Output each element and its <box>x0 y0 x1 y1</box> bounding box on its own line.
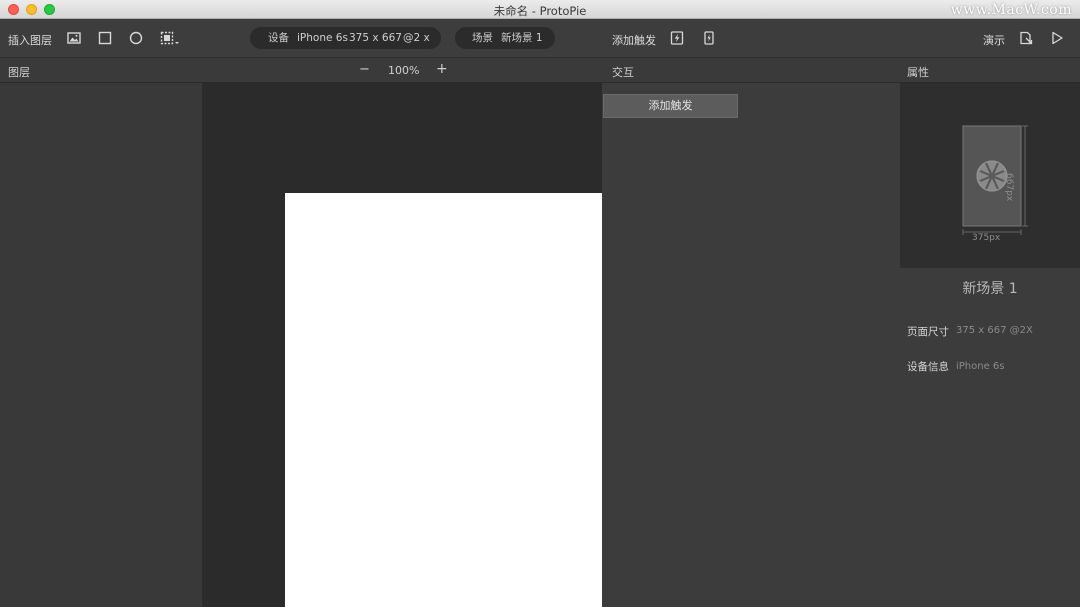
device-info-label: 设备信息 <box>907 361 949 373</box>
properties-header: 属性 <box>907 66 929 79</box>
zoom-level[interactable]: 100% <box>388 64 419 77</box>
scene-name-heading[interactable]: 新场景 1 <box>900 278 1080 298</box>
device-selector[interactable]: 设备 iPhone 6s 375 x 667 @2 x <box>250 27 441 49</box>
scene-name: 新场景 1 <box>501 32 543 44</box>
device-label: 设备 <box>268 32 289 44</box>
layers-header: 图层 <box>8 66 30 79</box>
container-layer-dropdown-icon[interactable] <box>160 31 180 45</box>
insert-layer-button[interactable]: 插入图层 <box>8 32 52 48</box>
zoom-in-button[interactable]: + <box>436 61 448 77</box>
interaction-header: 交互 <box>612 66 634 79</box>
watermark: www.MacW.com <box>950 2 1072 18</box>
preview-width-label: 375px <box>972 233 1001 243</box>
present-button[interactable]: 演示 <box>983 32 1005 48</box>
section-header-bar: 图层 − 100% + 交互 属性 <box>0 58 1080 83</box>
trigger-icon[interactable] <box>670 31 684 45</box>
canvas-area[interactable] <box>203 83 602 607</box>
interaction-panel: 添加触发 <box>602 83 900 607</box>
page-size-label: 页面尺寸 <box>907 326 949 338</box>
zoom-out-button[interactable]: − <box>359 62 370 77</box>
image-layer-icon[interactable] <box>67 31 81 45</box>
device-scale: @2 x <box>403 32 430 44</box>
device-size: 375 x 667 <box>349 32 402 44</box>
scene-selector[interactable]: 场景 新场景 1 <box>455 27 555 49</box>
play-icon[interactable] <box>1050 31 1064 45</box>
add-trigger-button[interactable]: 添加触发 <box>603 94 738 118</box>
properties-panel: 375px 667px 新场景 1 页面尺寸 375 x 667 @2X 设备信… <box>900 83 1080 607</box>
scene-preview: 375px 667px <box>900 83 1080 268</box>
scene-artboard[interactable] <box>285 193 602 607</box>
toolbar: 插入图层 设备 iPhone 6s 375 x 667 @2 x 场景 新场景 … <box>0 19 1080 58</box>
add-trigger-toolbar-button[interactable]: 添加触发 <box>612 32 656 48</box>
response-icon[interactable] <box>702 31 716 45</box>
device-info-value: iPhone 6s <box>956 361 1005 372</box>
title-bar: 未命名 - ProtoPie www.MacW.com <box>0 0 1080 19</box>
rectangle-layer-icon[interactable] <box>98 31 112 45</box>
scene-label: 场景 <box>472 32 493 44</box>
page-size-value: 375 x 667 @2X <box>956 325 1033 336</box>
protopie-logo-icon <box>976 160 1008 192</box>
layers-panel[interactable] <box>0 83 203 607</box>
window-title: 未命名 - ProtoPie <box>493 4 587 18</box>
ellipse-layer-icon[interactable] <box>129 31 143 45</box>
device-name: iPhone 6s <box>297 32 348 44</box>
export-icon[interactable] <box>1019 31 1033 45</box>
preview-height-label: 667px <box>1004 173 1014 202</box>
